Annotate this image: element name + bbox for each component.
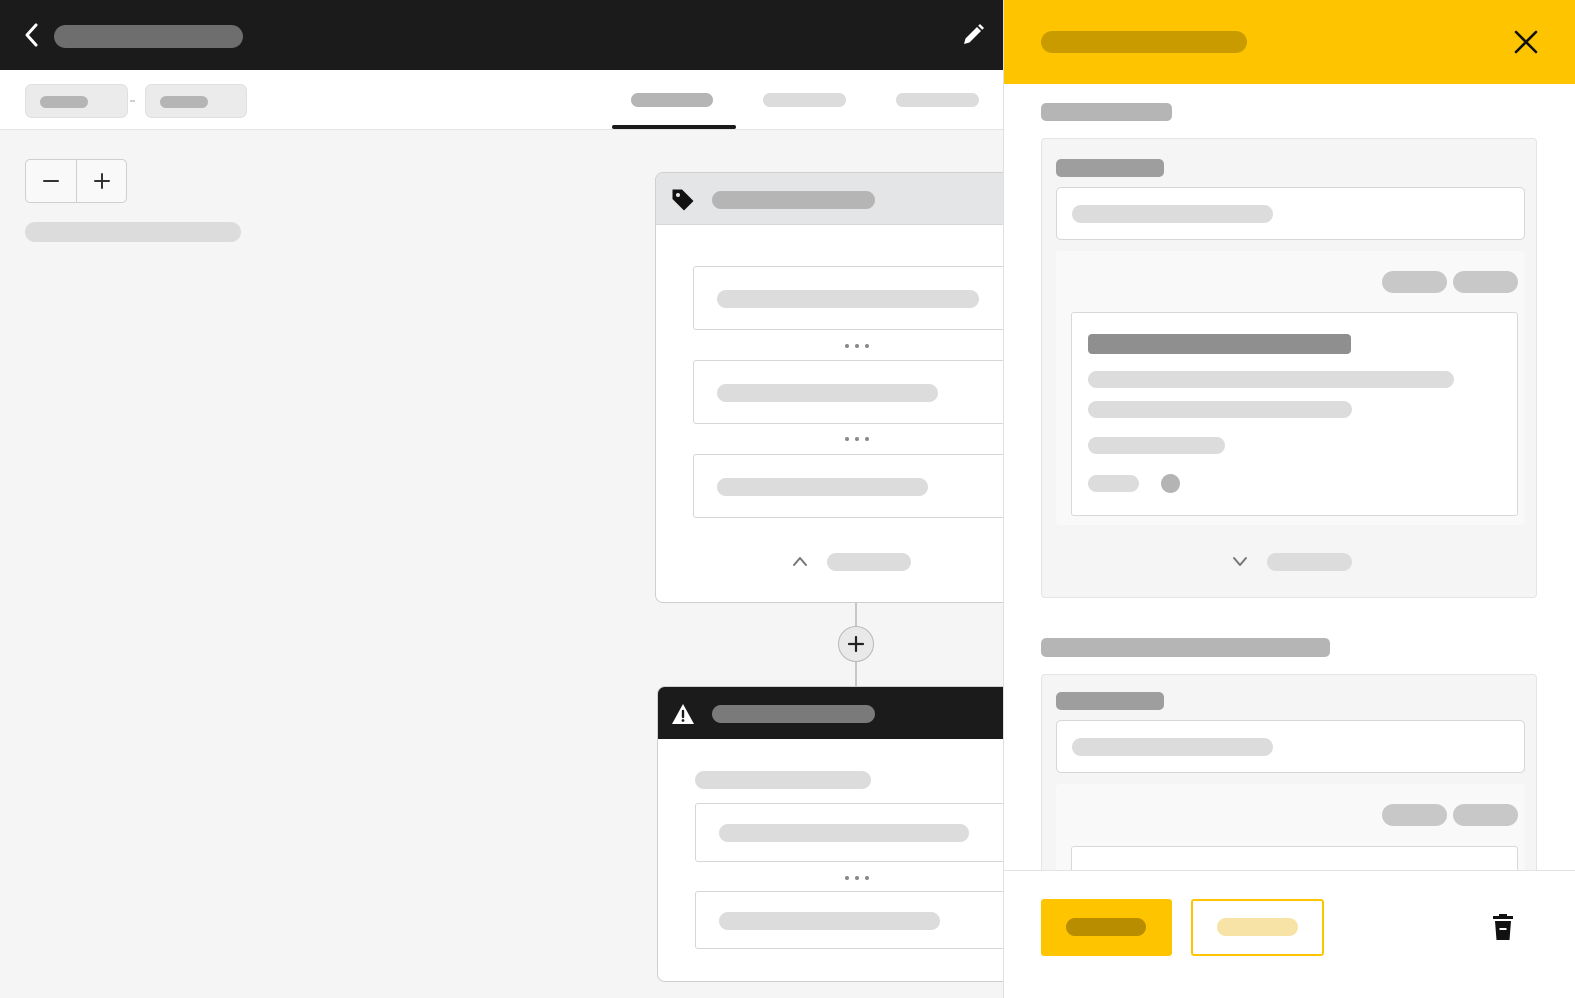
chip-separator	[130, 100, 135, 102]
preview-option-1[interactable]	[1382, 804, 1447, 826]
zoom-level-text	[25, 222, 241, 242]
close-icon	[1514, 30, 1538, 54]
connector-line	[855, 603, 857, 628]
alert-action-1-text	[719, 824, 969, 842]
details-panel	[1003, 0, 1575, 998]
more-icon[interactable]	[845, 875, 869, 881]
alert-node-subtitle	[695, 771, 871, 789]
pencil-icon	[964, 24, 984, 44]
preview-line-1	[1088, 371, 1454, 388]
add-step-button[interactable]	[838, 626, 874, 662]
chevron-left-icon	[25, 23, 38, 47]
more-icon[interactable]	[845, 343, 869, 349]
section-1-heading	[1041, 103, 1172, 121]
expand-toggle-label	[1267, 553, 1352, 571]
trigger-node[interactable]	[655, 172, 1003, 603]
alert-node-header	[658, 687, 1003, 739]
zoom-controls	[25, 159, 127, 203]
trigger-condition-2-text	[717, 384, 938, 402]
details-panel-body[interactable]	[1004, 84, 1575, 870]
message-preview-2	[1071, 846, 1518, 870]
preview-option-2[interactable]	[1453, 804, 1518, 826]
version-chip[interactable]	[145, 84, 247, 118]
status-chip-label	[40, 96, 88, 108]
preview-heading	[1088, 334, 1351, 354]
zoom-out-button[interactable]	[26, 160, 76, 202]
trigger-condition-3-text	[717, 478, 928, 496]
zoom-in-button[interactable]	[76, 160, 126, 202]
tab-3-label	[896, 93, 979, 107]
trigger-condition-1-text	[717, 290, 979, 308]
section-1-card	[1041, 138, 1537, 598]
field-2-input[interactable]	[1056, 720, 1525, 773]
field-1-value	[1072, 205, 1273, 223]
tab-3[interactable]	[884, 70, 994, 130]
section-2-card	[1041, 674, 1537, 870]
field-1-label	[1056, 159, 1164, 177]
plus-icon	[93, 173, 110, 189]
editor-top-bar	[0, 0, 1003, 70]
trash-icon	[1493, 914, 1513, 940]
field-2-value	[1072, 738, 1273, 756]
status-chip[interactable]	[25, 84, 128, 118]
alert-action-2-text	[719, 912, 940, 930]
details-panel-header	[1004, 0, 1575, 84]
tab-2[interactable]	[750, 70, 860, 130]
workflow-title	[54, 25, 243, 48]
trigger-condition-2[interactable]	[693, 360, 1003, 424]
expand-toggle[interactable]	[1232, 549, 1362, 575]
trigger-condition-1[interactable]	[693, 266, 1003, 330]
collapse-toggle-label	[827, 553, 911, 571]
message-preview-area-2	[1056, 784, 1525, 870]
alert-node-title	[712, 705, 875, 723]
tab-1[interactable]	[612, 70, 736, 130]
preview-meta	[1088, 475, 1139, 492]
save-button-label	[1066, 918, 1146, 936]
message-preview	[1071, 312, 1518, 516]
plus-icon	[847, 635, 865, 653]
save-button[interactable]	[1041, 899, 1172, 956]
chevron-down-icon	[1233, 557, 1247, 566]
section-2-heading	[1041, 638, 1330, 657]
editor-sub-bar	[0, 70, 1003, 130]
workflow-canvas[interactable]	[0, 131, 1003, 998]
collapse-toggle[interactable]	[790, 549, 920, 575]
preview-line-3	[1088, 437, 1225, 454]
delete-button[interactable]	[1484, 907, 1522, 947]
details-panel-footer	[1004, 870, 1575, 998]
edit-title-button[interactable]	[956, 18, 990, 52]
cancel-button-label	[1217, 918, 1298, 936]
back-button[interactable]	[14, 17, 48, 53]
trigger-condition-3[interactable]	[693, 454, 1003, 518]
warning-icon	[672, 704, 694, 724]
cancel-button[interactable]	[1191, 899, 1324, 956]
chevron-up-icon	[793, 557, 807, 566]
preview-status-dot	[1161, 474, 1180, 493]
tag-icon	[672, 189, 694, 211]
details-panel-title	[1041, 31, 1247, 53]
preview-option-1[interactable]	[1382, 271, 1447, 293]
connector-line	[855, 662, 857, 688]
alert-action-2[interactable]	[695, 891, 1003, 949]
more-icon[interactable]	[845, 436, 869, 442]
version-chip-label	[160, 96, 208, 108]
tab-1-label	[631, 93, 713, 107]
active-tab-indicator	[612, 125, 736, 129]
field-2-label	[1056, 692, 1164, 710]
close-panel-button[interactable]	[1508, 24, 1544, 60]
preview-line-2	[1088, 401, 1352, 418]
trigger-node-header	[656, 173, 1003, 225]
minus-icon	[43, 180, 59, 182]
alert-node[interactable]	[657, 686, 1003, 982]
alert-action-1[interactable]	[695, 803, 1003, 862]
preview-option-2[interactable]	[1453, 271, 1518, 293]
trigger-node-title	[712, 191, 875, 209]
tab-2-label	[763, 93, 846, 107]
message-preview-area	[1056, 251, 1525, 525]
field-1-input[interactable]	[1056, 187, 1525, 240]
